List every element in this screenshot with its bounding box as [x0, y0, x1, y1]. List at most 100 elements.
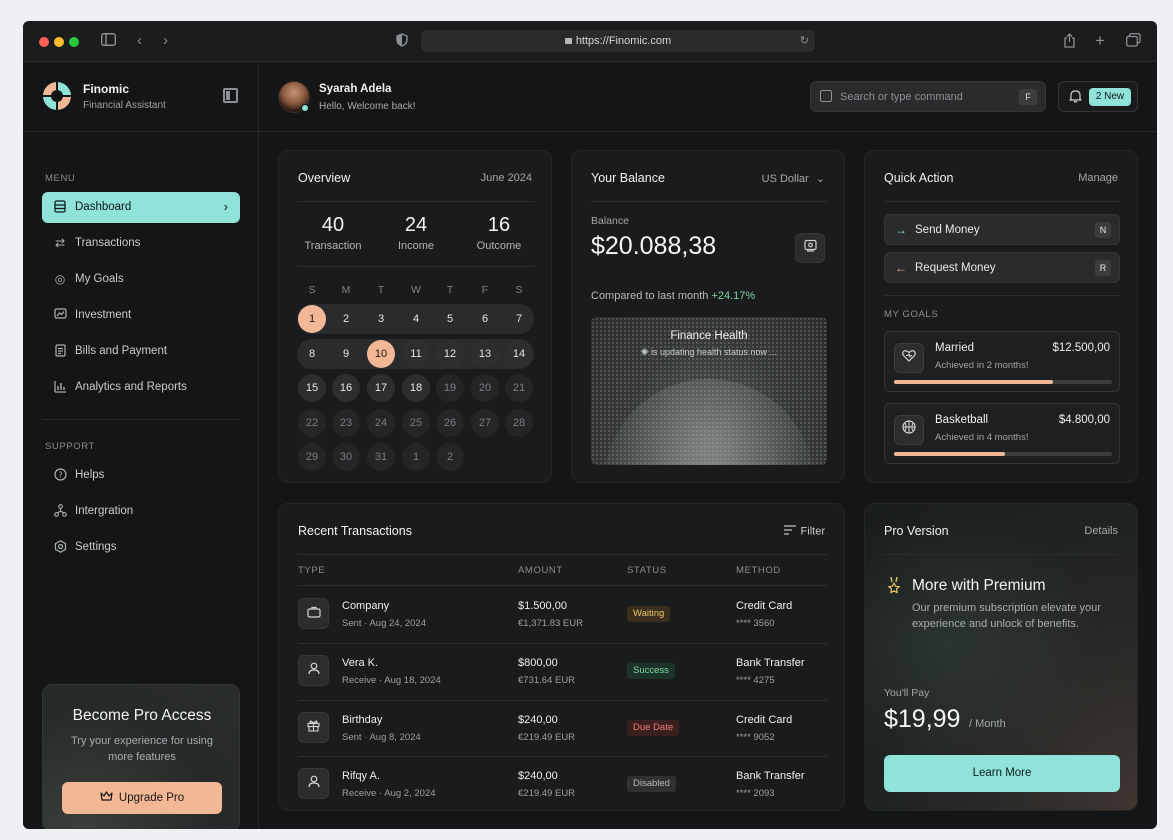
sidebar-item-label: Transactions [75, 237, 141, 249]
transaction-date: Sent · Aug 24, 2024 [342, 618, 426, 629]
send-money-button[interactable]: → Send Money N [884, 214, 1120, 245]
calendar-day[interactable]: 2 [332, 305, 360, 333]
table-row[interactable]: Company Sent · Aug 24, 2024 $1.500,00 €1… [298, 586, 827, 643]
calendar-day[interactable]: 8 [298, 340, 326, 368]
table-row[interactable]: Rifqy A. Receive · Aug 2, 2024 $240,00 €… [298, 756, 827, 813]
back-icon[interactable]: ‹ [137, 33, 142, 49]
calendar-day[interactable]: 7 [505, 305, 533, 333]
finance-health-panel[interactable]: Finance Health ✺ is updating health stat… [591, 317, 827, 465]
premium-heading: More with Premium [912, 577, 1046, 594]
close-window-button[interactable] [39, 37, 49, 47]
notification-badge: 2 New [1089, 88, 1131, 106]
calendar-day[interactable]: 12 [436, 340, 464, 368]
calendar-day[interactable]: 15 [298, 374, 326, 402]
calendar-day[interactable]: 2 [436, 443, 464, 471]
goal-item-married[interactable]: Married Achieved in 2 months! $12.500,00 [884, 331, 1120, 392]
calendar-day[interactable]: 1 [298, 305, 326, 333]
transaction-name: Vera K. [342, 657, 379, 669]
calendar-day[interactable]: 30 [332, 443, 360, 471]
calendar-day[interactable]: 11 [402, 340, 430, 368]
gift-icon [298, 712, 329, 743]
upgrade-pro-button[interactable]: Upgrade Pro [62, 782, 222, 814]
shield-icon[interactable] [396, 33, 408, 51]
calendar-day[interactable]: 5 [436, 305, 464, 333]
details-link[interactable]: Details [1084, 525, 1118, 537]
minimize-window-button[interactable] [54, 37, 64, 47]
calendar-day-selected[interactable]: 10 [367, 340, 395, 368]
pay-label: You'll Pay [884, 687, 930, 699]
column-header-method: METHOD [736, 565, 781, 576]
calendar-day[interactable]: 23 [332, 409, 360, 437]
calendar-day[interactable]: 28 [505, 409, 533, 437]
price-period: / Month [969, 718, 1006, 730]
tabs-overview-icon[interactable] [1126, 33, 1141, 51]
calendar-day[interactable]: 9 [332, 340, 360, 368]
balance-comparison: Compared to last month +24.17% [591, 290, 755, 302]
calendar-day[interactable]: 4 [402, 305, 430, 333]
calendar-day[interactable]: 31 [367, 443, 395, 471]
wallet-icon[interactable] [795, 233, 825, 263]
share-icon[interactable] [1063, 33, 1076, 52]
column-header-status: STATUS [627, 565, 667, 576]
weekday-label: W [411, 284, 421, 296]
calendar-day[interactable]: 13 [471, 340, 499, 368]
integration-icon [53, 504, 67, 518]
manage-link[interactable]: Manage [1078, 172, 1118, 184]
calendar-day[interactable]: 3 [367, 305, 395, 333]
sidebar-item-transactions[interactable]: ⇄ Transactions [42, 228, 240, 259]
goal-item-basketball[interactable]: Basketball Achieved in 4 months! $4.800,… [884, 403, 1120, 464]
calendar-day[interactable]: 24 [367, 409, 395, 437]
calendar-day[interactable]: 17 [367, 374, 395, 402]
transaction-method: Credit Card [736, 714, 793, 726]
stat-value: 24 [404, 214, 428, 236]
sidebar-toggle-icon[interactable] [101, 33, 116, 50]
url-bar[interactable]: https://Finomic.com ↻ [421, 30, 815, 52]
calendar-day[interactable]: 6 [471, 305, 499, 333]
calendar-day[interactable]: 22 [298, 409, 326, 437]
sidebar-item-investment[interactable]: Investment [42, 300, 240, 331]
calendar-day[interactable]: 25 [402, 409, 430, 437]
calendar-day[interactable]: 20 [471, 374, 499, 402]
learn-more-button[interactable]: Learn More [884, 755, 1120, 792]
calendar-day[interactable]: 29 [298, 443, 326, 471]
calendar-day[interactable]: 27 [471, 409, 499, 437]
sidebar-item-intergration[interactable]: Intergration [42, 496, 240, 527]
maximize-window-button[interactable] [69, 37, 79, 47]
calendar-day[interactable]: 1 [402, 443, 430, 471]
table-row[interactable]: Vera K. Receive · Aug 18, 2024 $800,00 €… [298, 643, 827, 700]
sidebar-item-settings[interactable]: Settings [42, 532, 240, 563]
sidebar-item-label: Investment [75, 309, 132, 321]
overview-month[interactable]: June 2024 [481, 172, 532, 184]
sidebar-item-helps[interactable]: ? Helps [42, 460, 240, 491]
transaction-amount: $1.500,00 [518, 600, 567, 612]
forward-icon[interactable]: › [163, 33, 168, 49]
analytics-icon [53, 380, 67, 394]
sidebar-item-my-goals[interactable]: ◎ My Goals [42, 264, 240, 295]
calendar-day[interactable]: 26 [436, 409, 464, 437]
sidebar-item-dashboard[interactable]: Dashboard › [42, 192, 240, 223]
sidebar-item-label: My Goals [75, 273, 124, 285]
reload-icon[interactable]: ↻ [800, 30, 809, 52]
sidebar-item-bills-and-payment[interactable]: Bills and Payment [42, 336, 240, 367]
calendar-day[interactable]: 21 [505, 374, 533, 402]
table-row[interactable]: Birthday Sent · Aug 8, 2024 $240,00 €219… [298, 700, 827, 757]
search-icon [820, 90, 832, 102]
arrow-right-icon: → [895, 223, 907, 237]
currency-select[interactable]: US Dollar ⌄ [762, 172, 825, 185]
sidebar-item-analytics-and-reports[interactable]: Analytics and Reports [42, 372, 240, 403]
search-input[interactable]: Search or type command F [810, 81, 1046, 112]
notifications-button[interactable]: 2 New [1058, 81, 1138, 112]
calendar-day[interactable]: 16 [332, 374, 360, 402]
filter-button[interactable]: Filter [783, 525, 825, 538]
calendar-day[interactable]: 19 [436, 374, 464, 402]
weekday-label: F [481, 284, 489, 296]
calendar-day[interactable]: 14 [505, 340, 533, 368]
online-status-dot [301, 104, 309, 112]
transaction-method: Credit Card [736, 600, 793, 612]
collapse-sidebar-icon[interactable] [223, 88, 238, 103]
calendar-day[interactable]: 18 [402, 374, 430, 402]
new-tab-icon[interactable]: + [1095, 32, 1105, 49]
request-money-button[interactable]: ← Request Money R [884, 252, 1120, 283]
transaction-amount-eur: €731.64 EUR [518, 675, 576, 686]
balance-value: $20.088,38 [591, 232, 717, 260]
